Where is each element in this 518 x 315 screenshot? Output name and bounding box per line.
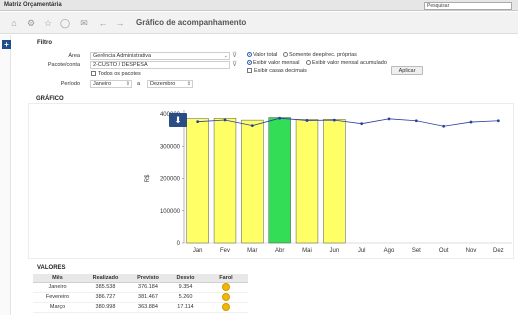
x-tick-label: Jul	[358, 248, 366, 254]
table-header-row: Mês Realizado Previsto Desvio Farol	[33, 274, 248, 283]
bar	[186, 118, 209, 244]
line-point	[387, 117, 391, 121]
bar	[268, 117, 291, 244]
column-header: Desvio	[167, 274, 204, 283]
line-point	[332, 118, 336, 122]
values-section-title: VALORES	[37, 265, 66, 271]
x-tick-label: Mai	[302, 248, 312, 254]
table-row: Fevereiro 386.727 381.467 5.260	[33, 292, 248, 303]
line-point	[223, 118, 227, 122]
deviation-cell: 5.260	[167, 292, 204, 303]
month-cell: Março	[33, 302, 82, 313]
x-tick-label: Fev	[220, 248, 230, 254]
line-point	[196, 120, 200, 124]
forecast-cell: 363.884	[129, 302, 167, 313]
y-tick-label: 200000	[160, 177, 181, 183]
x-tick-label: Jun	[329, 248, 339, 254]
status-light-icon	[222, 293, 230, 301]
x-tick-label: Dez	[493, 248, 504, 254]
y-tick-label: 0	[177, 241, 181, 247]
line-point	[360, 122, 364, 126]
forecast-cell: 381.467	[129, 292, 167, 303]
download-icon[interactable]: ⬇	[169, 113, 187, 127]
column-header: Mês	[33, 274, 82, 283]
status-light-icon	[222, 303, 230, 311]
line-point	[414, 119, 418, 123]
y-tick-label: 100000	[160, 209, 181, 215]
line-point	[278, 116, 282, 120]
status-light-cell	[204, 282, 248, 293]
column-header: Farol	[204, 274, 248, 283]
values-table: Mês Realizado Previsto Desvio Farol Jane…	[33, 274, 248, 313]
bar	[213, 118, 237, 244]
column-header: Realizado	[82, 274, 129, 283]
line-point	[305, 119, 309, 122]
x-tick-label: Nov	[466, 248, 477, 254]
status-light-icon	[222, 283, 230, 291]
table-row: Março 380.998 363.884 17.114	[33, 302, 248, 313]
forecast-cell: 376.184	[129, 282, 167, 293]
table-row: Janeiro 385.538 376.184 9.354	[33, 282, 248, 293]
x-tick-label: Set	[412, 248, 421, 254]
actual-cell: 380.998	[82, 302, 129, 313]
month-cell: Fevereiro	[33, 292, 82, 303]
bar	[241, 119, 264, 244]
actual-cell: 386.727	[82, 292, 129, 303]
line-point	[442, 124, 446, 128]
y-tick-label: 300000	[160, 144, 181, 150]
x-tick-label: Abr	[275, 248, 284, 254]
line-point	[250, 124, 254, 128]
month-cell: Janeiro	[33, 282, 82, 293]
deviation-cell: 9.354	[167, 282, 204, 293]
status-light-cell	[204, 292, 248, 303]
deviation-cell: 17.114	[167, 302, 204, 313]
actual-cell: 385.538	[82, 282, 129, 293]
x-tick-label: Ago	[384, 248, 395, 254]
bar	[323, 119, 346, 244]
column-header: Previsto	[129, 274, 167, 283]
bar	[295, 119, 319, 244]
x-tick-label: Out	[439, 248, 449, 254]
line-point	[469, 120, 473, 124]
chart: 0100000200000300000400000R$JanFevMarAbrM…	[145, 110, 512, 254]
x-tick-label: Jan	[193, 248, 203, 254]
line-point	[496, 119, 500, 123]
x-tick-label: Mar	[247, 248, 257, 254]
status-light-cell	[204, 302, 248, 313]
y-axis-label: R$	[145, 174, 151, 182]
